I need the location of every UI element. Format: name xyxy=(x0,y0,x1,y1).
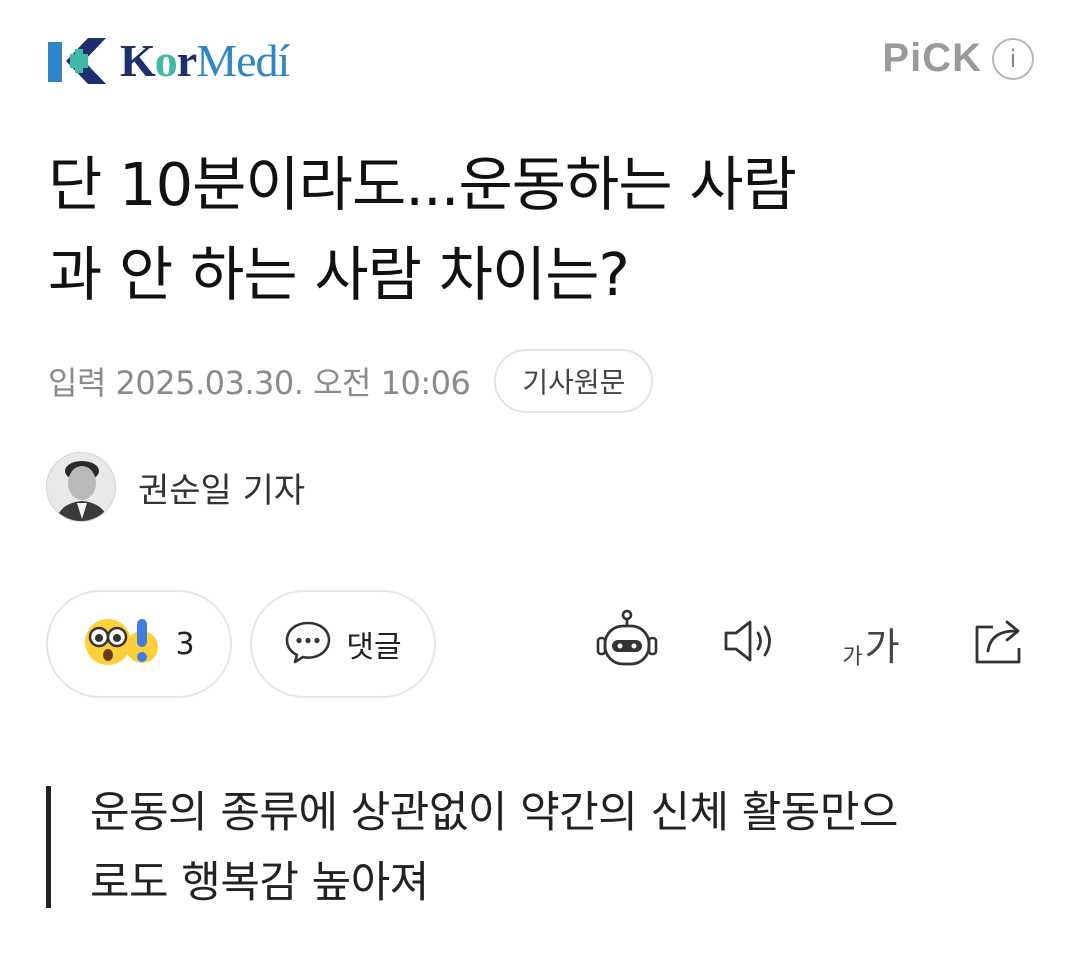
font-size-button[interactable]: 가가 xyxy=(836,600,906,686)
share-icon xyxy=(971,615,1029,671)
reporter-avatar xyxy=(46,452,116,522)
info-icon[interactable]: i xyxy=(992,37,1034,80)
subtitle-line-1: 운동의 종류에 상관없이 약간의 신체 활동만으 xyxy=(90,788,898,838)
article-meta: 입력 2025.03.30. 오전 10:06 기사원문 xyxy=(48,348,654,414)
speaker-icon xyxy=(721,618,777,668)
title-line-2: 과 안 하는 사람 차이는? xyxy=(48,240,630,309)
title-line-1: 단 10분이라도...운동하는 사람 xyxy=(48,150,797,219)
reaction-button[interactable]: 3 xyxy=(46,590,232,698)
ai-summary-button[interactable] xyxy=(592,600,662,686)
robot-summary-icon xyxy=(594,608,660,678)
comment-label: 댓글 xyxy=(346,630,402,665)
comment-button[interactable]: 댓글 xyxy=(250,590,436,698)
article-title: 단 10분이라도...운동하는 사람 과 안 하는 사람 차이는? xyxy=(48,140,1038,320)
text-to-speech-button[interactable] xyxy=(718,600,780,686)
publish-date: 입력 2025.03.30. 오전 10:06 xyxy=(48,364,471,402)
kormedi-logo-text: KorMedí xyxy=(120,35,290,86)
reaction-count: 3 xyxy=(175,626,195,662)
reporter-name: 권순일 기자 xyxy=(138,470,306,511)
article-subtitle: 운동의 종류에 상관없이 약간의 신체 활동만으 로도 행복감 높아져 xyxy=(90,778,1030,918)
exclamation-emoji-icon xyxy=(125,617,159,671)
pick-label: PiCK xyxy=(882,36,982,80)
kormedi-logo-mark-icon xyxy=(48,32,106,90)
subtitle-line-2: 로도 행복감 높아져 xyxy=(90,858,429,908)
kormedi-logo[interactable]: KorMedí xyxy=(48,32,290,90)
original-article-button[interactable]: 기사원문 xyxy=(494,349,654,413)
reporter-info[interactable]: 권순일 기자 xyxy=(46,452,305,522)
speech-bubble-icon xyxy=(284,620,332,668)
pick-badge[interactable]: PiCK i xyxy=(882,36,1034,81)
share-button[interactable] xyxy=(968,600,1032,686)
font-size-icon: 가가 xyxy=(842,624,900,670)
subtitle-quote-bar xyxy=(46,786,51,908)
